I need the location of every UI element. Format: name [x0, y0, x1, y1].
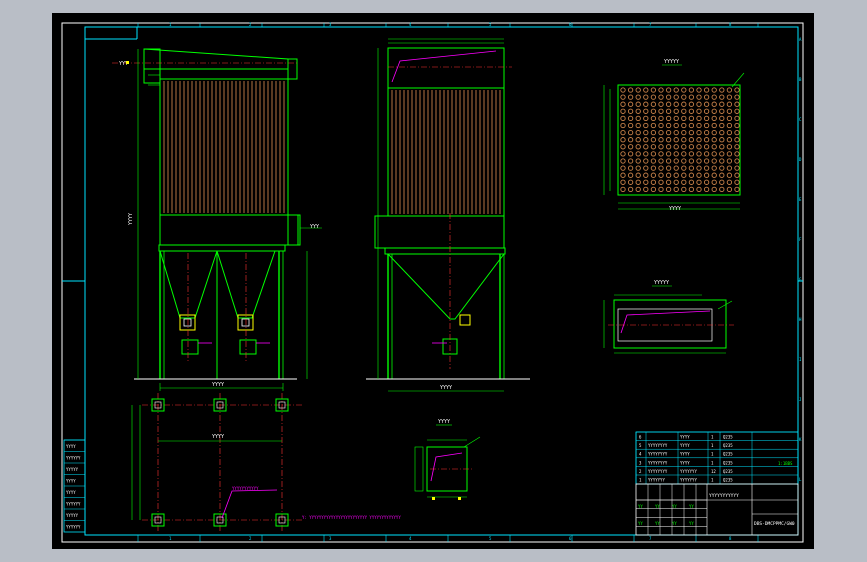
small-view-label: YYYY: [438, 419, 450, 425]
grid-mark-side: J: [799, 397, 801, 402]
section-view-label: YYYYY: [654, 280, 669, 286]
part-code: YYYYYYYY: [648, 469, 668, 474]
part-qty: 1: [711, 478, 714, 483]
title-block-label: YY: [655, 504, 660, 509]
left-table-cell: YYYYYY: [66, 502, 81, 507]
svg-text:YYYY: YYYY: [128, 213, 134, 225]
front-elevation-view: YYY YYYY YYY YYYY: [112, 48, 322, 391]
part-material: Q235: [723, 435, 733, 440]
foundation-note: YYYYYYYYYYY: [232, 486, 259, 491]
part-material: Q235: [723, 460, 733, 465]
part-qty: 1: [711, 435, 714, 440]
parts-list-table: 6 YYYY 1 Q2355 YYYYYYYY YYYY 1 Q2354 YYYYYYYY YYY…: [635, 431, 799, 485]
part-name: YYYY: [680, 443, 690, 448]
filter-bags-front: [163, 81, 285, 213]
title-block-label: YY: [672, 504, 677, 509]
bag-hole-grid: [620, 87, 740, 193]
left-revision-table: YYYYYYYYYYYYYYYYYYYYYYYYYYYYYYYYYYYYYYYY: [63, 439, 86, 533]
left-table-cell: YYYYY: [66, 467, 79, 472]
svg-text:YYY: YYY: [310, 224, 319, 230]
part-name: YYYY: [680, 435, 690, 440]
left-table-cell: YYYYYY: [66, 525, 81, 530]
part-no: 3: [639, 460, 642, 465]
part-code: YYYYYYYY: [648, 452, 668, 457]
grid-mark-side: A: [799, 37, 802, 42]
drawing-title: YYYYYYYYYYY: [709, 493, 739, 499]
part-no: 4: [639, 452, 642, 457]
top-view-label: YYYYY: [664, 59, 679, 65]
title-block-label: YY: [689, 504, 694, 509]
grid-mark-side: E: [799, 197, 802, 202]
section-view: YYYYY: [603, 280, 734, 354]
part-qty: 1: [711, 460, 714, 465]
grid-mark-side: F: [799, 237, 802, 242]
title-block: YY YY YY YY YY YY YY YY YYYYYYYYYYY DBS-DMCPPMC…: [635, 483, 799, 536]
part-no: 6: [639, 435, 642, 440]
part-name: YYYYYYY: [680, 469, 697, 474]
left-table-cell: YYYYYY: [66, 456, 81, 461]
part-name: YYYY: [680, 460, 690, 465]
filter-bags-side: [391, 90, 501, 214]
foundation-plan: YYYYYYYYYYY YYYY: [131, 393, 302, 533]
part-material: Q235: [723, 443, 733, 448]
small-detail-view: YYYY: [414, 419, 481, 500]
grid-mark-bottom: 1: [169, 536, 172, 541]
title-block-label: YY: [655, 521, 660, 526]
grid-mark-side: C: [799, 117, 802, 122]
part-name: YYYYYYY: [680, 478, 697, 483]
side-elevation-view: YYYY: [366, 38, 530, 392]
grid-mark-bottom: 5: [489, 536, 492, 541]
grid-mark-side: I: [799, 357, 802, 362]
title-block-label: YY: [638, 504, 643, 509]
outer-frame: [61, 22, 804, 543]
part-qty: 1: [711, 452, 714, 457]
grid-mark-bottom: 3: [329, 536, 332, 541]
left-table-cell: YYYY: [66, 479, 76, 484]
part-code: YYYYYYYY: [648, 460, 668, 465]
part-no: 2: [639, 469, 642, 474]
drawing-number: DBS-DMCPPMC/GW0: [754, 521, 795, 527]
left-table-cell: YYYYY: [66, 513, 79, 518]
grid-mark-bottom: 4: [409, 536, 412, 541]
grid-ticks: 1122334455667788ABCDEFGHIJKL: [137, 22, 802, 542]
part-qty: 12: [711, 469, 716, 474]
left-table-cell: YYYY: [66, 490, 76, 495]
svg-text:YYYY: YYYY: [212, 434, 224, 440]
tube-sheet-top-view: YYYYY YYYY: [603, 59, 745, 212]
svg-text:YYYY: YYYY: [212, 382, 224, 388]
part-code: YYYYYYYY: [648, 443, 668, 448]
drawing-canvas[interactable]: 1122334455667788ABCDEFGHIJKL YYYY YYYYYY Y…: [52, 13, 814, 549]
grid-mark-bottom: 6: [569, 536, 572, 541]
part-name: YYYY: [680, 452, 690, 457]
drawing-sheet: 1122334455667788ABCDEFGHIJKL YYYYYYYYYYY…: [61, 22, 804, 543]
grid-mark-side: L: [799, 477, 802, 482]
parts-remark: 1:1BBS: [778, 461, 793, 466]
grid-mark-bottom: 8: [729, 536, 732, 541]
title-block-label: YY: [689, 521, 694, 526]
left-table-cell: YYYY: [66, 444, 76, 449]
grid-mark-bottom: 7: [649, 536, 652, 541]
grid-mark-side: K: [799, 437, 802, 442]
part-material: Q235: [723, 478, 733, 483]
part-material: Q235: [723, 469, 733, 474]
title-block-label: YY: [638, 521, 643, 526]
cad-viewer: 1122334455667788ABCDEFGHIJKL YYYY YYYYYY Y…: [0, 0, 867, 562]
grid-mark-side: B: [799, 77, 802, 82]
part-code: YYYYYYY: [648, 478, 665, 483]
grid-mark-side: H: [799, 317, 802, 322]
title-block-label: YY: [672, 521, 677, 526]
part-no: 1: [639, 478, 642, 483]
bottom-note: Y: YYYYYYYYYYYYYYYYYYYYYYYY YYYYYYYYYYYY…: [302, 515, 401, 520]
grid-mark-side: D: [799, 157, 802, 162]
svg-text:YYYY: YYYY: [669, 206, 681, 212]
part-no: 5: [639, 443, 642, 448]
part-qty: 1: [711, 443, 714, 448]
svg-text:YYYY: YYYY: [440, 385, 452, 391]
part-material: Q235: [723, 452, 733, 457]
grid-mark-bottom: 2: [249, 536, 252, 541]
